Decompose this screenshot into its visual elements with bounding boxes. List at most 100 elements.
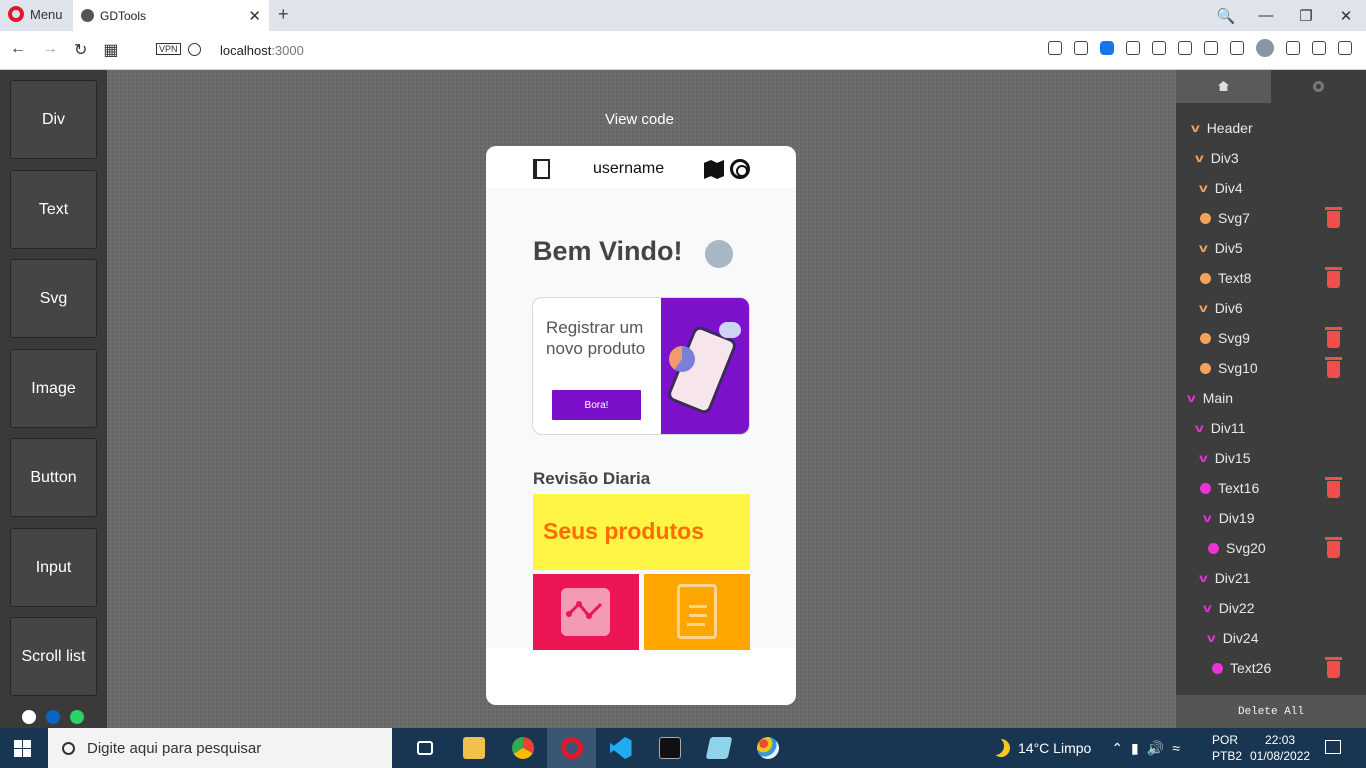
tree-node[interactable]: v Div24 <box>1207 627 1258 649</box>
trash-icon[interactable] <box>1325 357 1342 378</box>
tree-node[interactable]: v Div15 <box>1199 447 1250 469</box>
windows-start-icon[interactable] <box>14 740 31 757</box>
reload-icon[interactable]: ↻ <box>74 40 87 60</box>
palette-div-button[interactable]: Div <box>10 80 97 159</box>
tree-node[interactable]: v Div6 <box>1199 297 1243 319</box>
speed-dial-icon[interactable]: ▦ <box>103 40 118 60</box>
pride-flag-icon[interactable] <box>1204 41 1218 55</box>
opera-button[interactable] <box>547 728 596 768</box>
chevron-down-icon[interactable]: v <box>1195 421 1204 435</box>
palette-button-button[interactable]: Button <box>10 438 97 517</box>
cube-icon[interactable] <box>1230 41 1244 55</box>
trash-icon[interactable] <box>1325 267 1342 288</box>
tree-node[interactable]: v Div11 <box>1195 417 1245 439</box>
close-window-button[interactable]: ✕ <box>1326 7 1366 25</box>
chevron-down-icon[interactable]: v <box>1199 301 1208 315</box>
analytics-tile[interactable] <box>533 574 639 650</box>
shield-icon[interactable] <box>1100 41 1114 55</box>
gear-icon[interactable] <box>730 159 750 179</box>
taskbar-search[interactable]: Digite aqui para pesquisar <box>48 728 392 768</box>
bora-button[interactable]: Bora! <box>552 390 641 420</box>
tree-node[interactable]: v Div4 <box>1199 177 1243 199</box>
extension-icon[interactable] <box>1178 41 1192 55</box>
tree-node[interactable]: v Div5 <box>1199 237 1243 259</box>
chevron-down-icon[interactable]: v <box>1195 151 1204 165</box>
camera-icon[interactable] <box>1074 41 1088 55</box>
palette-svg-button[interactable]: Svg <box>10 259 97 338</box>
volume-icon[interactable]: 🔊 <box>1147 740 1164 757</box>
tree-node[interactable]: Svg10 <box>1200 357 1258 379</box>
url-field[interactable]: localhost:3000 <box>220 43 304 58</box>
easy-setup-icon[interactable] <box>1338 41 1352 55</box>
register-product-card[interactable]: Registrar um novo produto Bora! <box>532 297 750 435</box>
restore-button[interactable]: ❐ <box>1286 7 1326 25</box>
linkedin-icon[interactable] <box>46 710 60 724</box>
search-tabs-icon[interactable]: 🔍 <box>1206 7 1246 25</box>
battery-tray-icon[interactable]: ▮ <box>1131 740 1139 757</box>
chevron-down-icon[interactable]: v <box>1199 181 1208 195</box>
trash-icon[interactable] <box>1325 207 1342 228</box>
tree-node[interactable]: Text8 <box>1200 267 1251 289</box>
tab-gdtools[interactable]: GDTools ✕ <box>73 0 269 31</box>
tree-node[interactable]: v Div22 <box>1203 597 1254 619</box>
vscode-button[interactable] <box>596 728 645 768</box>
terminal-button[interactable] <box>645 728 694 768</box>
chevron-down-icon[interactable]: v <box>1207 631 1216 645</box>
tray-chevron-icon[interactable]: ⌃ <box>1111 740 1123 757</box>
notification-icon[interactable] <box>1325 740 1341 754</box>
book-icon[interactable] <box>533 159 550 179</box>
tree-node[interactable]: Svg7 <box>1200 207 1250 229</box>
map-icon[interactable] <box>704 160 724 179</box>
palette-input-button[interactable]: Input <box>10 528 97 607</box>
send-icon[interactable] <box>1126 41 1140 55</box>
task-view-button[interactable] <box>400 728 449 768</box>
opera-menu-button[interactable]: Menu <box>8 6 63 22</box>
chevron-down-icon[interactable]: v <box>1199 571 1208 585</box>
palette-image-button[interactable]: Image <box>10 349 97 428</box>
trash-icon[interactable] <box>1325 657 1342 678</box>
language-indicator[interactable]: POR PTB2 <box>1212 732 1242 764</box>
phone-preview[interactable]: username Bem Vindo! Registrar um novo pr… <box>486 146 796 705</box>
tree-node[interactable]: Text16 <box>1200 477 1259 499</box>
whatsapp-icon[interactable] <box>70 710 84 724</box>
tree-node[interactable]: v Header <box>1191 117 1253 139</box>
wifi-icon[interactable]: ≈ <box>1172 740 1180 756</box>
chevron-down-icon[interactable]: v <box>1203 601 1212 615</box>
trash-icon[interactable] <box>1325 327 1342 348</box>
tree-node[interactable]: v Div3 <box>1195 147 1239 169</box>
chevron-down-icon[interactable]: v <box>1191 121 1200 135</box>
back-icon[interactable]: ← <box>10 40 26 60</box>
file-explorer-button[interactable] <box>449 728 498 768</box>
chevron-down-icon[interactable]: v <box>1203 511 1212 525</box>
download-icon[interactable] <box>1286 41 1300 55</box>
tab-close-icon[interactable]: ✕ <box>248 7 261 25</box>
palette-scroll-list-button[interactable]: Scroll list <box>10 617 97 696</box>
tree-node[interactable]: v Div19 <box>1203 507 1254 529</box>
tree-node[interactable]: Svg20 <box>1208 537 1266 559</box>
minimize-button[interactable]: — <box>1246 7 1286 24</box>
weather-text[interactable]: 14°C Limpo <box>1018 740 1091 756</box>
chevron-down-icon[interactable]: v <box>1187 391 1196 405</box>
tab-settings[interactable] <box>1271 70 1366 103</box>
heart-icon[interactable] <box>1152 41 1166 55</box>
trash-icon[interactable] <box>1325 477 1342 498</box>
paint-app-button[interactable] <box>743 728 792 768</box>
tree-node[interactable]: v Main <box>1187 387 1233 409</box>
new-tab-button[interactable]: + <box>278 4 289 25</box>
notes-app-button[interactable] <box>694 728 743 768</box>
documents-tile[interactable] <box>644 574 750 650</box>
delete-all-button[interactable]: Delete All <box>1176 695 1366 728</box>
products-card[interactable]: Seus produtos <box>533 494 750 570</box>
battery-icon[interactable] <box>1312 41 1326 55</box>
edit-icon[interactable] <box>1048 41 1062 55</box>
tree-node[interactable]: Svg9 <box>1200 327 1250 349</box>
chrome-button[interactable] <box>498 728 547 768</box>
tab-home[interactable] <box>1176 70 1271 103</box>
chevron-down-icon[interactable]: v <box>1199 241 1208 255</box>
view-code-link[interactable]: View code <box>605 111 674 128</box>
palette-text-button[interactable]: Text <box>10 170 97 249</box>
forward-icon[interactable]: → <box>42 40 58 60</box>
chevron-down-icon[interactable]: v <box>1199 451 1208 465</box>
trash-icon[interactable] <box>1325 537 1342 558</box>
vpn-badge[interactable]: VPN <box>156 43 181 55</box>
